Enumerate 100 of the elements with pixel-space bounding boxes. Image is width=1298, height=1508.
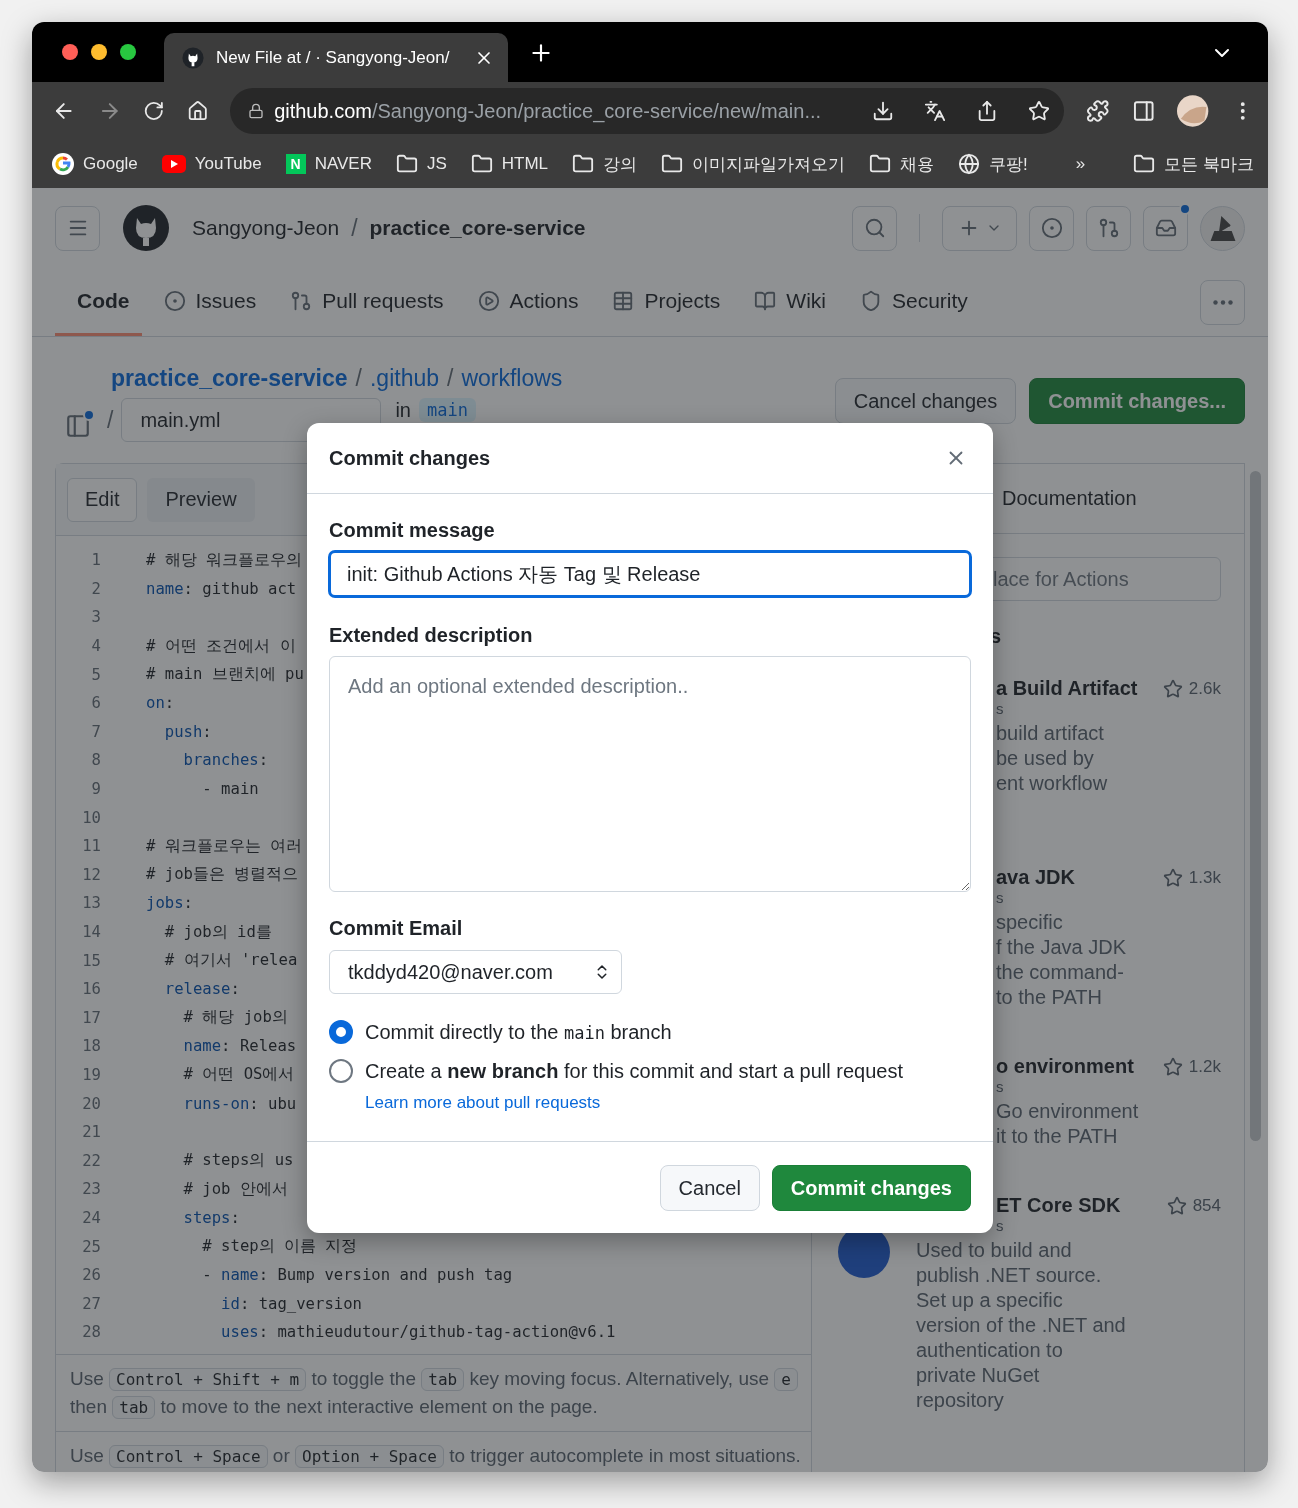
- cancel-button[interactable]: Cancel: [659, 1165, 760, 1211]
- owner-link[interactable]: Sangyong-Jeon: [192, 216, 340, 240]
- documentation-tab[interactable]: Documentation: [1002, 487, 1137, 510]
- option-label: Create a new branch for this commit and start a pull request: [365, 1059, 903, 1083]
- nav-tab[interactable]: Projects: [600, 268, 733, 336]
- field-label: Commit message: [329, 518, 496, 542]
- file-tree-toggle[interactable]: [65, 413, 91, 439]
- editor-tab[interactable]: Preview: [147, 477, 255, 522]
- star-count: 1.2k: [1162, 1055, 1221, 1170]
- line-number: 21: [81, 1123, 101, 1142]
- line-number: 4: [90, 637, 101, 656]
- code-line: # job 안에서: [182, 1178, 288, 1200]
- commit-changes-button[interactable]: Commit changes...: [1029, 378, 1245, 424]
- code-line: branches:: [182, 751, 269, 770]
- translate-icon[interactable]: [924, 100, 947, 122]
- status-dot: [83, 409, 95, 421]
- code-line: release:: [163, 980, 240, 999]
- code-line: runs-on: ubu: [182, 1094, 297, 1113]
- address-bar[interactable]: github.com/Sangyong-Jeon/practice_core-service/new/main...: [230, 88, 1065, 134]
- breadcrumb-link[interactable]: .github: [369, 365, 439, 392]
- bookmark[interactable]: HTML: [470, 153, 549, 175]
- line-number: 15: [81, 951, 101, 970]
- book-icon: [754, 289, 777, 312]
- bookmark[interactable]: 이미지파일가져오기: [661, 152, 846, 176]
- line-number: 2: [90, 579, 101, 598]
- action-description: to the PATH: [995, 985, 1103, 1010]
- line-number: 14: [81, 923, 101, 941]
- action-description: build artifact: [995, 721, 1105, 746]
- editor-tab[interactable]: Edit: [67, 477, 138, 522]
- nav-tab[interactable]: Pull requests: [278, 268, 456, 336]
- email-select[interactable]: tkddyd420@naver.com: [329, 950, 622, 994]
- commit-button[interactable]: Commit changes: [771, 1165, 971, 1211]
- close-window-button[interactable]: [62, 44, 78, 60]
- search-button[interactable]: [852, 205, 897, 251]
- nav-tab[interactable]: Code: [55, 268, 142, 336]
- radio-button[interactable]: [329, 1020, 353, 1044]
- action-author: s: [995, 1217, 1005, 1234]
- line-number: 10: [81, 808, 101, 827]
- code-line: id: tag_version: [220, 1294, 362, 1313]
- line-number: 7: [90, 722, 101, 741]
- in-label: in: [395, 399, 411, 422]
- reload-icon[interactable]: [143, 100, 165, 122]
- panel-icon: [65, 413, 91, 439]
- folder-icon: [1133, 153, 1156, 175]
- code-line: # 워크플로우는 여러: [146, 835, 303, 857]
- radio-button[interactable]: [329, 1059, 353, 1083]
- scrollbar-thumb[interactable]: [1250, 471, 1261, 1141]
- cancel-changes-button[interactable]: Cancel changes: [834, 378, 1017, 424]
- star-icon[interactable]: [1028, 100, 1051, 122]
- bookmark[interactable]: 강의: [572, 152, 638, 176]
- line-number: 25: [81, 1237, 101, 1256]
- breadcrumb-link[interactable]: practice_core-service: [111, 365, 348, 392]
- description-field[interactable]: Add an optional extended description..: [329, 656, 971, 892]
- puzzle-icon[interactable]: [1086, 99, 1110, 123]
- learn-more-link[interactable]: Learn more about pull requests: [365, 1093, 601, 1113]
- nav-tab[interactable]: Wiki: [742, 268, 838, 336]
- line-number: 28: [81, 1323, 101, 1342]
- minimize-button[interactable]: [91, 44, 107, 60]
- issue-icon: [163, 289, 186, 312]
- globe-icon: [958, 153, 981, 175]
- bookmark[interactable]: 채용: [869, 152, 935, 176]
- nav-tab[interactable]: Security: [848, 268, 980, 336]
- shield-icon: [860, 289, 882, 312]
- bookmark[interactable]: N NAVER: [285, 154, 372, 174]
- download-icon[interactable]: [872, 100, 895, 122]
- play-icon: [477, 289, 500, 312]
- lock-icon: [248, 103, 265, 119]
- separator: /: [107, 406, 114, 434]
- action-description: publish .NET source.: [916, 1263, 1103, 1288]
- bookmark[interactable]: YouTube: [161, 154, 262, 174]
- code-line: # job의 id를: [163, 921, 272, 943]
- bookmark[interactable]: Google: [52, 153, 138, 175]
- nav-tab[interactable]: Actions: [465, 268, 591, 336]
- bookmark[interactable]: JS: [395, 153, 447, 175]
- naver-badge: N: [285, 154, 306, 174]
- line-number: 12: [81, 865, 101, 884]
- keyboard-hint: then tab to move to the next interactive element on the page.: [70, 1395, 599, 1421]
- home-icon[interactable]: [186, 100, 209, 122]
- menu-button[interactable]: [55, 205, 100, 251]
- profile-avatar[interactable]: [1177, 95, 1209, 127]
- zoom-button[interactable]: [120, 44, 136, 60]
- commit-message-field[interactable]: init: Github Actions 자동 Tag 및 Release: [329, 551, 971, 597]
- pull-requests-button[interactable]: [1086, 205, 1131, 251]
- folder-icon: [572, 153, 595, 175]
- user-avatar[interactable]: [1200, 205, 1245, 251]
- nav-tab[interactable]: Issues: [151, 268, 269, 336]
- action-description: be used by: [995, 746, 1095, 771]
- more-bookmarks[interactable]: »: [1075, 154, 1086, 174]
- browser-tab[interactable]: New File at / · Sangyong-Jeon/: [164, 33, 508, 82]
- logo-icon[interactable]: [122, 204, 170, 252]
- repo-link[interactable]: practice_core-service: [369, 216, 586, 240]
- inbox-button[interactable]: [1143, 205, 1188, 251]
- bookmark[interactable]: 모든 북마크: [1133, 152, 1254, 176]
- action-description: the command-: [995, 960, 1125, 985]
- breadcrumb-link[interactable]: workflows: [461, 365, 563, 392]
- folder-icon: [661, 153, 684, 175]
- side-panel-icon[interactable]: [1131, 99, 1156, 123]
- bookmark[interactable]: 쿠팡!: [958, 152, 1028, 176]
- issues-button[interactable]: [1029, 205, 1074, 251]
- pull-request-icon: [290, 289, 313, 312]
